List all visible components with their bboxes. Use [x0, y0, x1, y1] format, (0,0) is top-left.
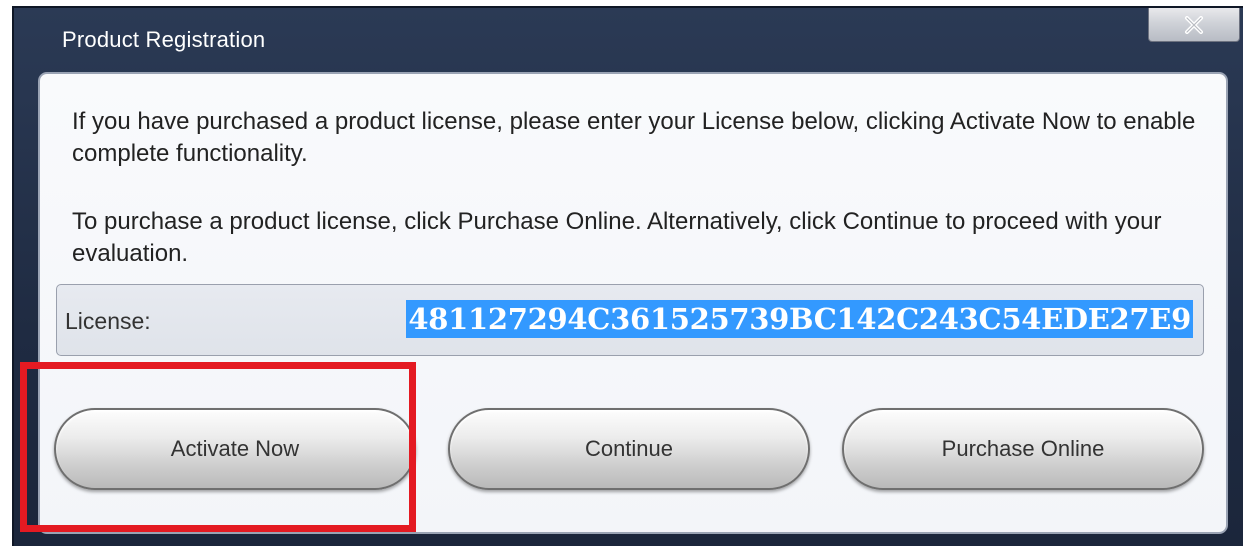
license-field[interactable]: License: 481127294C361525739BC142C243C54…: [56, 284, 1204, 356]
close-button[interactable]: [1148, 8, 1240, 42]
instruction-text-activate: If you have purchased a product license,…: [72, 108, 1196, 167]
registration-window: Product Registration If you have purchas…: [12, 6, 1243, 546]
license-input-value[interactable]: 481127294C361525739BC142C243C54EDE27E9: [406, 300, 1193, 338]
window-title: Product Registration: [62, 27, 266, 52]
activate-now-button[interactable]: Activate Now: [54, 408, 416, 490]
continue-button[interactable]: Continue: [448, 408, 810, 490]
purchase-online-button[interactable]: Purchase Online: [842, 408, 1204, 490]
instruction-text-purchase: To purchase a product license, click Pur…: [72, 208, 1162, 267]
content-panel: If you have purchased a product license,…: [38, 72, 1228, 534]
close-x-icon: [1184, 15, 1204, 34]
title-bar: Product Registration: [14, 8, 1243, 70]
license-label: License:: [65, 308, 151, 334]
